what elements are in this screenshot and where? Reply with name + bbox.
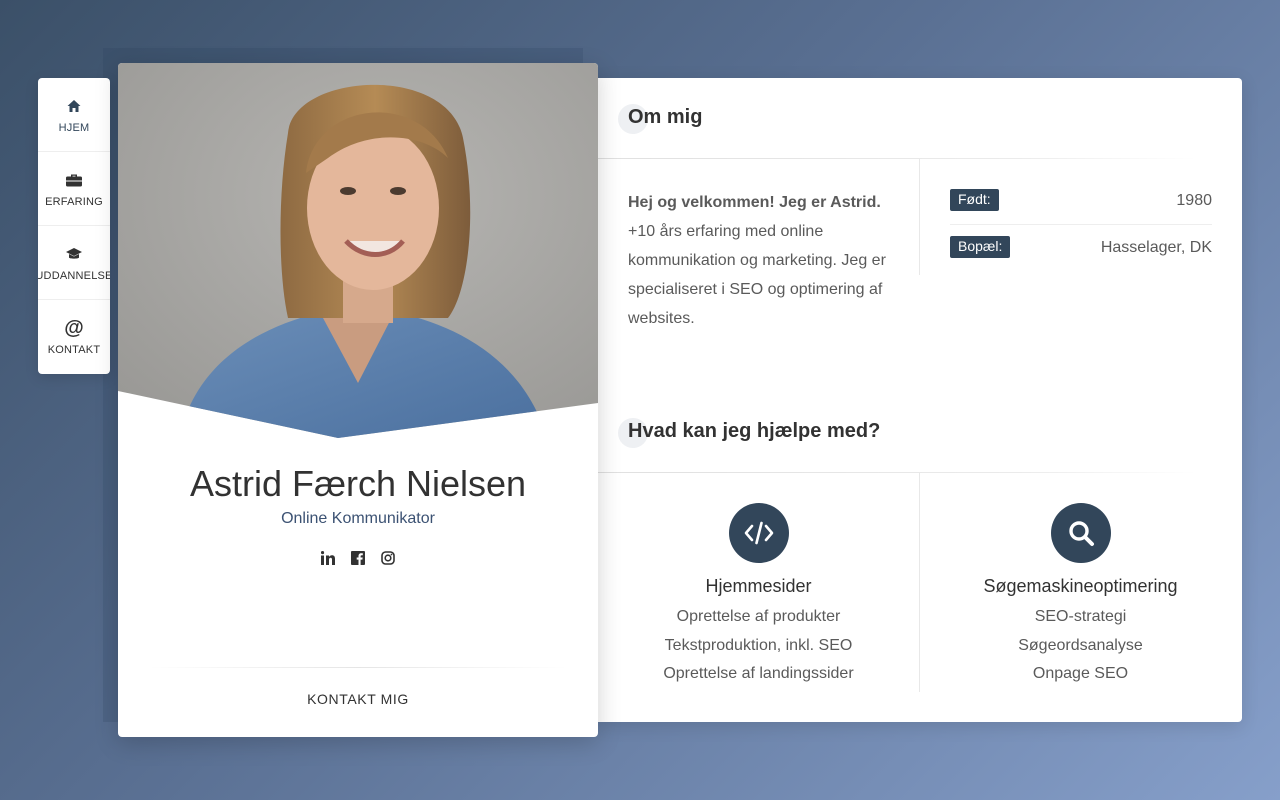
about-title: Om mig: [618, 104, 703, 134]
info-separator: [950, 224, 1212, 225]
nav-item-label: UDDANNELSE: [38, 269, 110, 282]
info-label: Født:: [950, 189, 999, 211]
section-rule: [598, 158, 1198, 159]
search-icon: [1050, 503, 1111, 563]
service-point: SEO-strategi: [1034, 608, 1127, 625]
contact-me-button[interactable]: KONTAKT MIG: [118, 691, 598, 707]
nav-item-label: ERFARING: [45, 195, 103, 208]
profile-card: Astrid Færch Nielsen Online Kommunikator…: [118, 63, 598, 737]
services-title: Hvad kan jeg hjælpe med?: [618, 418, 881, 448]
home-icon: [66, 96, 82, 116]
service-list: SEO-strategi Søgeordsanalyse Onpage SEO: [920, 603, 1241, 689]
content-panel: Om mig Hej og velkommen! Jeg er Astrid. …: [598, 78, 1242, 722]
nav-item-contact[interactable]: @ KONTAKT: [38, 300, 110, 374]
service-list: Oprettelse af produkter Tekstproduktion,…: [598, 603, 919, 689]
service-websites: Hjemmesider Oprettelse af produkter Teks…: [598, 503, 919, 689]
section-rule: [598, 472, 1198, 473]
service-point: Søgeordsanalyse: [1018, 636, 1143, 654]
info-row-residence: Bopæl: Hasselager, DK: [950, 236, 1212, 272]
service-point: Onpage SEO: [1032, 665, 1129, 682]
service-point: Tekstproduktion, inkl. SEO: [664, 636, 853, 654]
instagram-icon[interactable]: [380, 550, 396, 566]
code-icon: [728, 503, 789, 563]
nav-item-label: KONTAKT: [47, 344, 101, 356]
nav-item-education[interactable]: UDDANNELSE: [38, 226, 110, 300]
about-intro-text: +10 års erfaring med online kommunikatio…: [628, 223, 886, 327]
nav-item-home[interactable]: HJEM: [38, 78, 110, 152]
about-text: Hej og velkommen! Jeg er Astrid. +10 års…: [628, 188, 888, 333]
linkedin-icon[interactable]: [320, 550, 336, 566]
profile-photo: [118, 63, 598, 438]
service-seo: Søgemaskineoptimering SEO-strategi Søgeo…: [920, 503, 1241, 689]
card-divider: [148, 667, 568, 668]
service-title: Hjemmesider: [705, 576, 812, 596]
about-title-text: Om mig: [628, 106, 703, 128]
graduation-cap-icon: [65, 244, 83, 264]
facebook-icon[interactable]: [350, 550, 366, 566]
nav-item-experience[interactable]: ERFARING: [38, 152, 110, 226]
at-sign-icon: @: [64, 316, 84, 339]
service-point: Oprettelse af landingssider: [663, 665, 854, 682]
social-links: [118, 550, 598, 566]
briefcase-icon: [65, 170, 83, 190]
info-value: 1980: [1176, 192, 1212, 209]
service-title: Søgemaskineoptimering: [983, 576, 1178, 596]
column-divider: [919, 159, 920, 275]
profile-role: Online Kommunikator: [281, 510, 435, 527]
side-navigation: HJEM ERFARING UDDANNELSE @ KONTAKT: [38, 78, 110, 374]
nav-item-label: HJEM: [58, 121, 90, 134]
info-label: Bopæl:: [950, 236, 1011, 258]
about-intro-bold: Hej og velkommen! Jeg er Astrid.: [628, 194, 881, 211]
service-point: Oprettelse af produkter: [676, 608, 841, 625]
services-title-text: Hvad kan jeg hjælpe med?: [628, 420, 881, 442]
info-value: Hasselager, DK: [1100, 239, 1212, 256]
profile-name: Astrid Færch Nielsen: [189, 463, 527, 504]
info-row-born: Født: 1980: [950, 189, 1212, 225]
